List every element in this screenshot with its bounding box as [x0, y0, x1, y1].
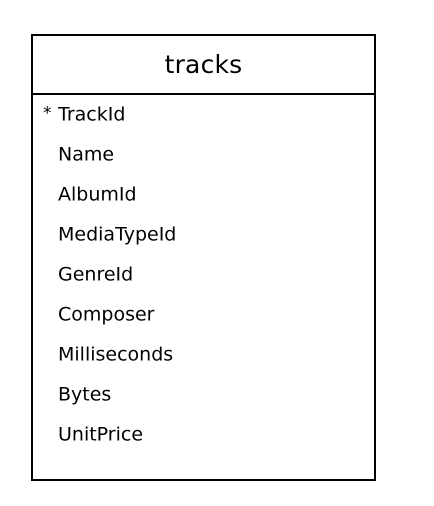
field-name: UnitPrice [58, 423, 144, 446]
field-name: AlbumId [58, 183, 137, 206]
entity-header: tracks [33, 36, 374, 95]
field-name: Milliseconds [58, 343, 174, 366]
primary-key-marker: * [43, 103, 52, 124]
field-name: Bytes [58, 383, 112, 406]
entity-title: tracks [164, 50, 243, 79]
field-name: Composer [58, 303, 155, 326]
field-name: TrackId [58, 103, 126, 126]
field-name: GenreId [58, 263, 134, 286]
entity-box-tracks: tracks * TrackId Name AlbumId MediaTypeI… [31, 34, 376, 481]
field-name: Name [58, 143, 115, 166]
field-name: MediaTypeId [58, 223, 177, 246]
